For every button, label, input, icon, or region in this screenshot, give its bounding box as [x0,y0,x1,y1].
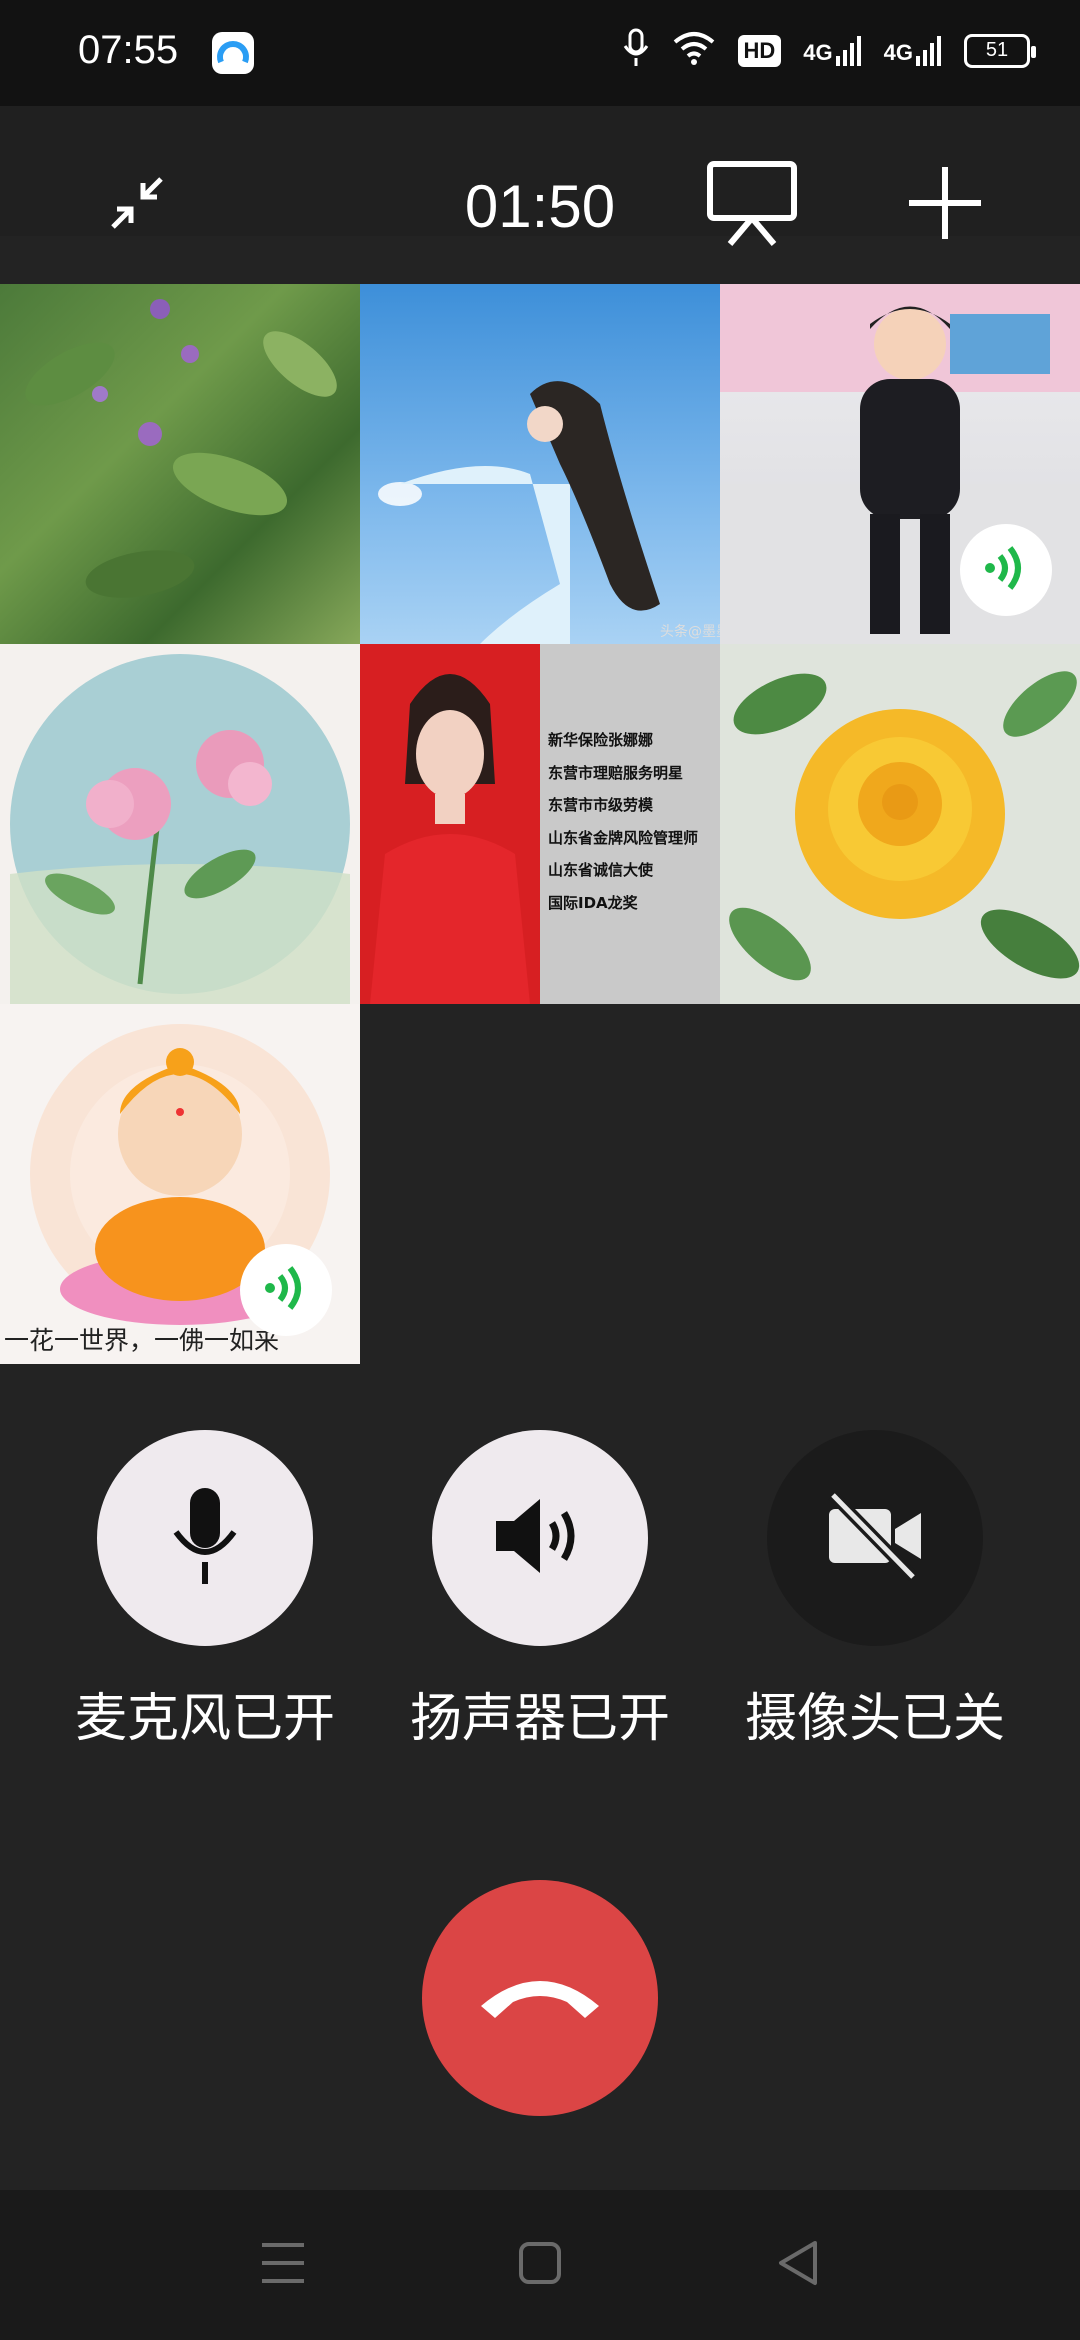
mic-label: 麦克风已开 [74,1690,335,1748]
plus-icon [905,163,985,248]
participant-grid: 头条@墨墨 [0,284,1080,1364]
poster-line: 山东省诚信大使 [548,861,654,879]
speaking-indicator-3 [960,524,1052,616]
portrait-photo [360,644,540,1004]
signal-1-icon: 4G [803,35,861,66]
microphone-icon [170,1486,240,1591]
camera-off-icon [825,1490,925,1586]
call-timer: 01:50 [464,173,616,240]
status-icons: HD 4G 4G 51 [622,28,1036,73]
status-bar: 07:55 HD 4G 4G 51 [0,0,1080,106]
plants-avatar-image [25,299,337,598]
mic-status-icon [622,28,650,73]
recents-button[interactable] [243,2230,323,2300]
poster-line: 国际IDA龙奖 [548,893,638,912]
volume-wave-icon [976,538,1036,603]
square-icon [517,2240,563,2291]
projector-screen-icon [706,160,798,251]
hang-up-phone-icon [475,1966,605,2031]
participant-tile-1[interactable] [0,284,360,644]
watermark-text: 头条@墨墨 [660,623,720,640]
participant-tile-6[interactable] [720,644,1080,1004]
menu-icon [258,2240,308,2291]
poster-line: 新华保险张娜娜 [548,731,654,749]
hd-voice-badge: HD [737,34,782,67]
back-triangle-icon [775,2239,821,2292]
minimize-call-button[interactable] [92,160,182,250]
signal-2-icon: 4G [884,35,942,66]
speaking-indicator-7 [240,1244,332,1336]
poster-line: 东营市市级劳模 [548,796,654,814]
sky-girl-avatar-image: 头条@墨墨 [378,381,720,644]
speaker-label: 扬声器已开 [409,1690,670,1748]
back-button[interactable] [758,2230,838,2300]
speaker-icon [492,1493,588,1584]
volume-wave-icon [256,1258,316,1323]
wifi-icon [672,30,716,71]
participant-tile-5[interactable]: 新华保险张娜娜 东营市理赔服务明星 东营市市级劳模 山东省金牌风险管理师 山东省… [360,644,720,1004]
add-participant-button[interactable] [900,160,990,250]
yellow-rose-avatar-image [729,671,1080,981]
camera-toggle-button[interactable] [767,1430,983,1646]
poster-line: 山东省金牌风险管理师 [548,828,699,847]
participant-tile-3[interactable] [720,284,1080,644]
camera-label: 摄像头已关 [744,1690,1005,1748]
home-button[interactable] [500,2230,580,2300]
status-time: 07:55 [78,28,179,72]
minimize-icon [105,171,169,240]
mic-toggle-button[interactable] [97,1430,313,1646]
hang-up-button[interactable] [422,1880,658,2116]
screen-share-button[interactable] [704,160,800,250]
poster-text: 新华保险张娜娜 东营市理赔服务明星 东营市市级劳模 山东省金牌风险管理师 山东省… [548,724,718,919]
buddha-caption: 一花一世界，一佛一如来 [4,1326,279,1355]
poster-line: 东营市理赔服务明星 [548,763,684,782]
speaker-toggle-button[interactable] [432,1430,648,1646]
participant-tile-7[interactable]: 一花一世界，一佛一如来 [0,1004,360,1364]
battery-icon: 51 [964,33,1036,68]
participant-tile-2[interactable]: 头条@墨墨 [360,284,720,644]
participant-tile-4[interactable] [0,644,360,1004]
app-notification-icon [212,32,254,74]
woman-portrait-image [370,674,530,1004]
watercolor-flower-avatar-image [10,654,350,1004]
